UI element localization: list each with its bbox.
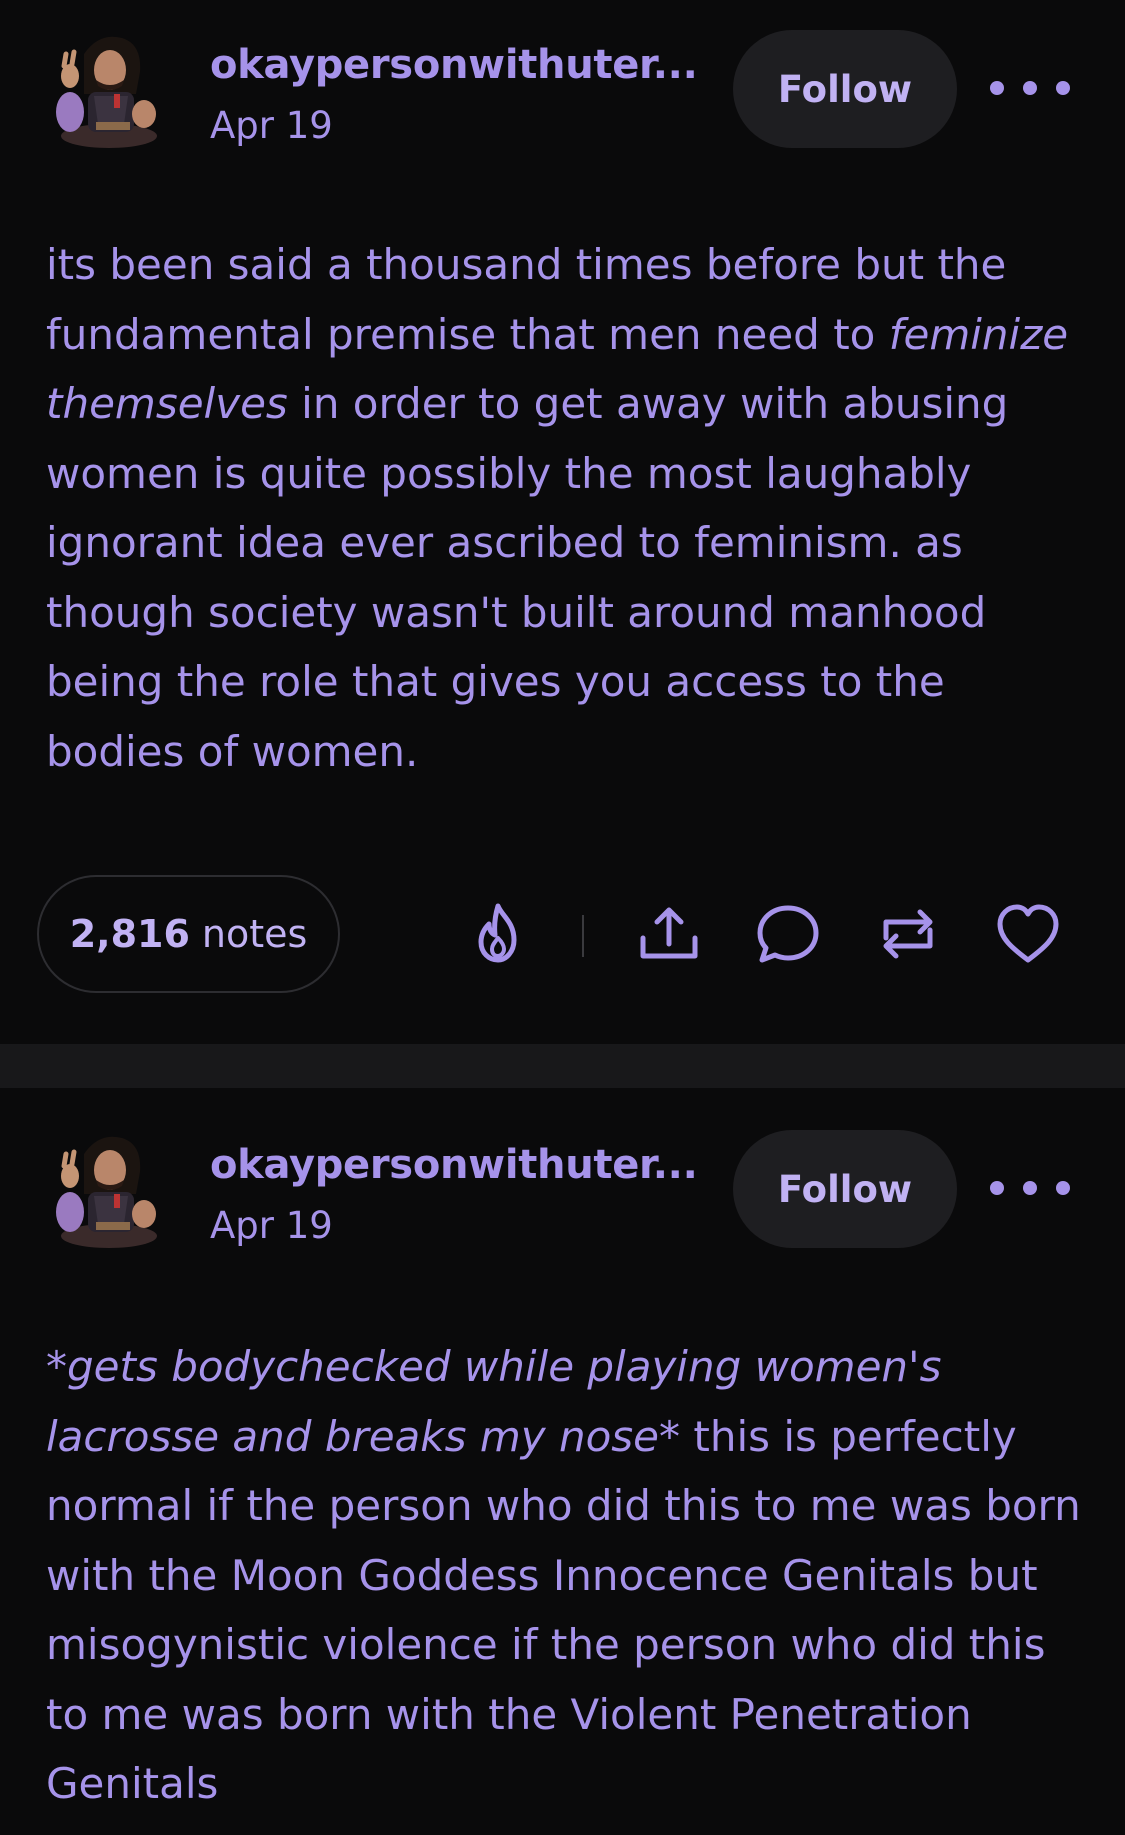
notes-button[interactable]: 2,816 notes bbox=[37, 875, 340, 993]
post-card: okaypersonwithuter... Apr 19 Follow its … bbox=[0, 0, 1125, 1044]
post-date: Apr 19 bbox=[210, 1204, 333, 1247]
follow-button[interactable]: Follow bbox=[733, 1130, 957, 1248]
flame-icon[interactable] bbox=[462, 898, 534, 970]
action-separator bbox=[582, 915, 584, 957]
reblog-icon[interactable] bbox=[872, 898, 944, 970]
username[interactable]: okaypersonwithuter... bbox=[210, 1142, 698, 1188]
more-options-icon[interactable] bbox=[990, 1168, 1070, 1208]
body-text-segment: * bbox=[46, 1342, 67, 1391]
heart-icon[interactable] bbox=[992, 898, 1064, 970]
post-body: its been said a thousand times before bu… bbox=[46, 230, 1086, 786]
more-options-icon[interactable] bbox=[990, 68, 1070, 108]
post-card: okaypersonwithuter... Apr 19 Follow *get… bbox=[0, 1088, 1125, 1835]
notes-label: notes bbox=[201, 912, 308, 956]
share-icon[interactable] bbox=[633, 898, 705, 970]
post-date: Apr 19 bbox=[210, 104, 333, 147]
avatar[interactable] bbox=[44, 24, 174, 154]
avatar[interactable] bbox=[44, 1124, 174, 1254]
body-text-segment: its been said a thousand times before bu… bbox=[46, 240, 1007, 359]
notes-count: 2,816 bbox=[69, 912, 190, 956]
comment-icon[interactable] bbox=[752, 898, 824, 970]
post-divider bbox=[0, 1044, 1125, 1088]
body-text-segment: * this is perfectly normal if the person… bbox=[46, 1411, 1081, 1809]
username[interactable]: okaypersonwithuter... bbox=[210, 42, 698, 88]
post-body: *gets bodychecked while playing women's … bbox=[46, 1332, 1086, 1819]
body-text-segment: in order to get away with abusing women … bbox=[46, 379, 1009, 776]
follow-button[interactable]: Follow bbox=[733, 30, 957, 148]
